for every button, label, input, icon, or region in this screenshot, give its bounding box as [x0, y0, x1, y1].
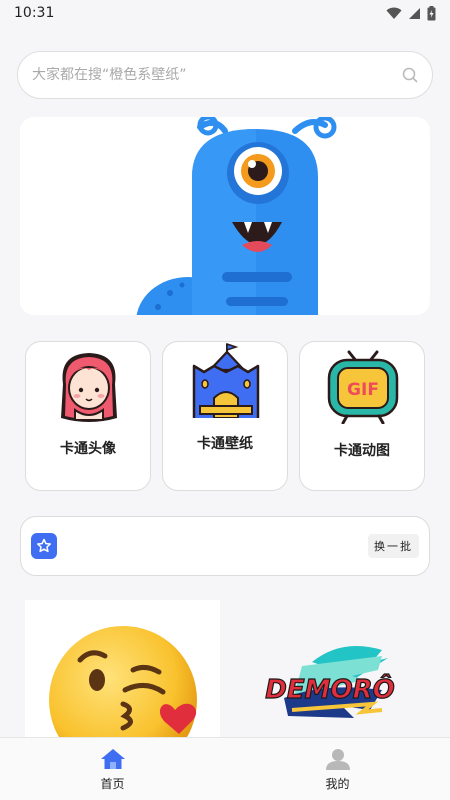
status-time: 10:31 — [14, 5, 55, 21]
grid-item[interactable]: DEMORÔ — [232, 600, 427, 737]
tab-label: 我的 — [325, 777, 350, 791]
star-badge-icon — [31, 533, 57, 559]
refresh-button[interactable]: 换一批 — [368, 534, 419, 558]
content-grid: DEMORÔ — [0, 600, 450, 737]
category-row: 卡通头像 卡通壁纸 GIF 卡通动图 — [25, 341, 425, 491]
demoro-sticker: DEMORÔ — [265, 646, 395, 718]
monster-illustration — [136, 117, 337, 315]
search-bar[interactable] — [17, 51, 433, 99]
gif-tv-icon: GIF — [327, 350, 399, 424]
category-label: 卡通动图 — [334, 443, 390, 459]
sticker-text: DEMORÔ — [265, 673, 394, 705]
category-cartoon-gif[interactable]: GIF 卡通动图 — [299, 341, 425, 491]
category-label: 卡通头像 — [60, 441, 116, 457]
user-icon — [325, 749, 350, 770]
home-icon — [100, 749, 125, 769]
status-bar: 10:31 — [0, 0, 450, 26]
signal-icon — [409, 7, 420, 19]
grid-item[interactable] — [25, 600, 220, 737]
category-label: 卡通壁纸 — [197, 436, 253, 452]
banner[interactable] — [20, 117, 430, 315]
tab-mine[interactable]: 我的 — [225, 738, 450, 800]
kissing-emoji-icon — [49, 626, 197, 737]
wifi-icon — [386, 7, 402, 19]
tab-label: 首页 — [100, 777, 125, 791]
category-cartoon-wallpaper[interactable]: 卡通壁纸 — [162, 341, 288, 491]
search-icon[interactable] — [402, 67, 418, 83]
girl-avatar-icon — [61, 353, 117, 422]
status-icons — [386, 5, 436, 21]
tab-home[interactable]: 首页 — [0, 738, 225, 800]
battery-charging-icon — [427, 5, 436, 20]
recommend-bar: 换一批 — [20, 516, 430, 576]
castle-icon — [192, 342, 260, 418]
svg-text:GIF: GIF — [347, 380, 379, 400]
search-input[interactable] — [32, 67, 372, 83]
category-cartoon-avatar[interactable]: 卡通头像 — [25, 341, 151, 491]
tab-bar: 首页 我的 — [0, 737, 450, 800]
